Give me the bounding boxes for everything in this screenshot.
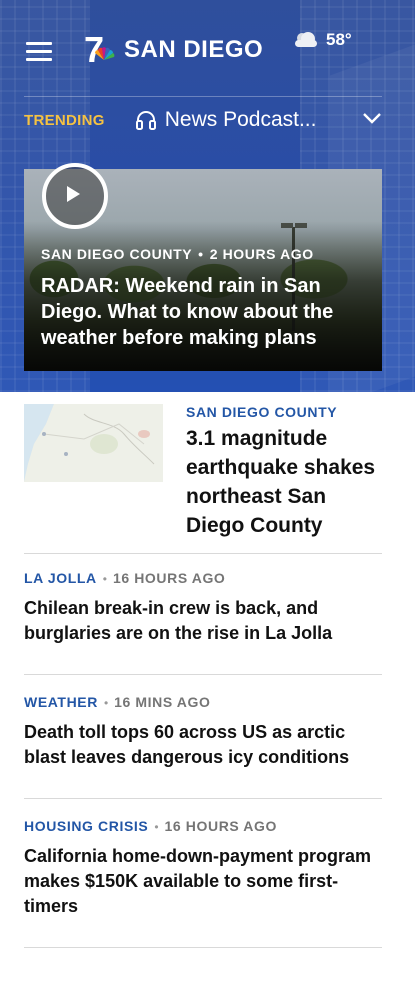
story-category[interactable]: LA JOLLA: [24, 570, 97, 586]
play-video-button[interactable]: [42, 163, 108, 229]
trending-bar: TRENDING News Podcast...: [24, 104, 386, 136]
feature-category[interactable]: SAN DIEGO COUNTY: [41, 246, 192, 262]
nbc-peacock-logo-icon: 7: [82, 29, 122, 70]
top-bar: 7 SAN DIEGO 58°: [0, 0, 415, 96]
trending-label: TRENDING: [24, 111, 105, 129]
list-item: HOUSING CRISIS • 16 HOURS AGO California h…: [24, 818, 382, 919]
header-hero: 7 SAN DIEGO 58° TRENDING News Podcast...…: [0, 0, 415, 392]
story-meta: HOUSING CRISIS • 16 HOURS AGO: [24, 818, 382, 836]
story-time: 16 HOURS AGO: [112, 570, 226, 586]
divider: [24, 96, 382, 97]
earthquake-map-thumbnail[interactable]: [24, 404, 163, 482]
lead-title[interactable]: 3.1 magnitude earthquake shakes northeas…: [186, 424, 386, 540]
logo-text: SAN DIEGO: [124, 36, 264, 63]
feature-title[interactable]: RADAR: Weekend rain in San Diego. What t…: [41, 273, 371, 351]
lead-category[interactable]: SAN DIEGO COUNTY: [186, 404, 386, 420]
divider: [24, 553, 382, 554]
chevron-down-icon[interactable]: [362, 110, 382, 126]
trending-link[interactable]: News Podcast...: [165, 108, 317, 132]
hamburger-menu-icon[interactable]: [26, 42, 52, 62]
divider: [24, 674, 382, 675]
map-icon: [24, 404, 163, 482]
feature-time: 2 HOURS AGO: [209, 246, 314, 262]
story-title[interactable]: Death toll tops 60 across US as arctic b…: [24, 720, 382, 770]
list-item: WEATHER • 16 MINS AGO Death toll tops 60 a…: [24, 694, 382, 770]
headphones-icon: [135, 111, 156, 130]
story-title[interactable]: Chilean break-in crew is back, and burgl…: [24, 596, 382, 646]
temperature: 58°: [326, 30, 352, 49]
play-icon: [67, 186, 80, 202]
story-time: 16 HOURS AGO: [164, 818, 277, 834]
story-category[interactable]: WEATHER: [24, 694, 98, 710]
story-time: 16 MINS AGO: [114, 694, 211, 710]
lead-story: SAN DIEGO COUNTY 3.1 magnitude earthquak…: [186, 404, 386, 540]
meta-separator: •: [103, 696, 109, 710]
meta-separator: •: [198, 246, 204, 262]
story-meta: LA JOLLA • 16 HOURS AGO: [24, 570, 382, 588]
weather-widget[interactable]: 58°: [290, 30, 352, 50]
meta-separator: •: [102, 572, 107, 586]
divider: [24, 798, 382, 799]
site-logo[interactable]: 7 SAN DIEGO: [82, 29, 264, 70]
divider: [24, 947, 382, 948]
feature-meta: SAN DIEGO COUNTY • 2 HOURS AGO: [41, 246, 314, 262]
list-item: LA JOLLA • 16 HOURS AGO Chilean break-in c…: [24, 570, 382, 646]
meta-separator: •: [154, 820, 159, 834]
story-category[interactable]: HOUSING CRISIS: [24, 818, 148, 834]
partly-cloudy-icon: [295, 32, 317, 47]
story-title[interactable]: California home-down-payment program mak…: [24, 844, 382, 919]
story-meta: WEATHER • 16 MINS AGO: [24, 694, 382, 712]
